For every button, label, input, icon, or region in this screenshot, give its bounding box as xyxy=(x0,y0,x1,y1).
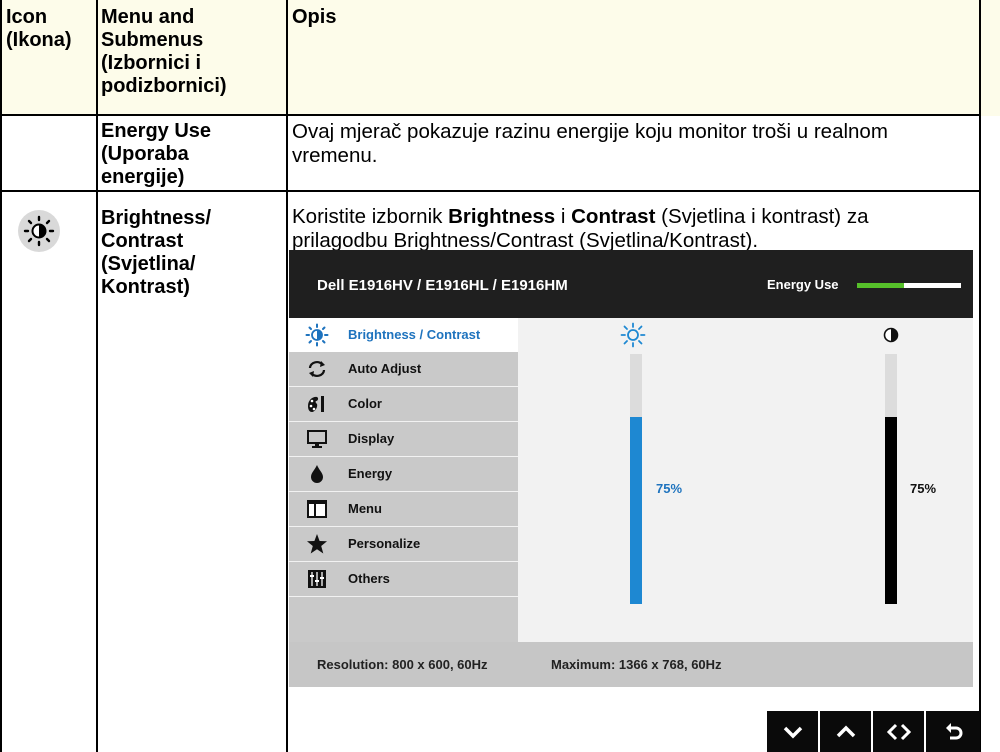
osd-menu-item-brightness-contrast[interactable]: Brightness / Contrast xyxy=(289,318,518,352)
osd-menu-item-menu[interactable]: Menu xyxy=(289,492,518,526)
osd-menu-item-display[interactable]: Display xyxy=(289,422,518,456)
brightness-icon xyxy=(620,322,646,353)
osd-menu-item-energy[interactable]: Energy xyxy=(289,457,518,491)
brightness-value: 75% xyxy=(656,481,683,496)
color-icon xyxy=(305,393,329,415)
osd-title: Dell E1916HV / E1916HL / E1916HM xyxy=(317,277,568,294)
osd-menu-label: Color xyxy=(348,396,382,411)
contrast-slider[interactable] xyxy=(885,354,897,604)
display-icon xyxy=(305,428,329,450)
maximum-resolution-text: Maximum: 1366 x 768, 60Hz xyxy=(551,657,722,672)
document-page: Icon (Ikona) Menu and Submenus (Izbornic… xyxy=(0,0,1000,752)
osd-menu-label: Personalize xyxy=(348,536,421,551)
table-border-right xyxy=(979,0,981,752)
osd-menu-label: Auto Adjust xyxy=(348,361,422,376)
others-icon xyxy=(305,568,329,590)
energy-use-description: Ovaj mjerač pokazuje razinu energije koj… xyxy=(292,120,888,167)
osd-status-bar: Resolution: 800 x 600, 60Hz Maximum: 136… xyxy=(289,642,973,687)
osd-menu-label: Energy xyxy=(348,466,393,481)
energy-use-label: Energy Use xyxy=(767,277,839,292)
brightness-contrast-icon xyxy=(18,210,60,252)
osd-menu-label: Display xyxy=(348,431,395,446)
brightness-slider[interactable] xyxy=(630,354,642,604)
osd-menu: Brightness / Contrast Auto Adjust Color … xyxy=(289,318,518,642)
table-border-col2 xyxy=(286,0,288,752)
osd-menu-label: Others xyxy=(348,571,390,586)
brightness-contrast-icon xyxy=(305,323,329,347)
brightness-contrast-panel: 75% 75% xyxy=(518,318,973,642)
osd-title-bar: Dell E1916HV / E1916HL / E1916HM Energy … xyxy=(289,250,973,318)
contrast-slider-fill xyxy=(885,416,897,604)
table-border-col1 xyxy=(96,0,98,752)
header-menu: Menu and Submenus (Izbornici i podizborn… xyxy=(101,6,227,97)
header-icon: Icon (Ikona) xyxy=(6,6,72,51)
osd-menu-label: Brightness / Contrast xyxy=(348,327,481,342)
brightness-contrast-menu-name: Brightness/ Contrast (Svjetlina/ Kontras… xyxy=(101,207,212,298)
osd-menu-item-others[interactable]: Others xyxy=(289,562,518,596)
osd-menu-item-auto-adjust[interactable]: Auto Adjust xyxy=(289,352,518,386)
resolution-text: Resolution: 800 x 600, 60Hz xyxy=(317,657,488,672)
table-border-row1 xyxy=(0,114,980,116)
back-button[interactable] xyxy=(926,711,980,752)
header-desc: Opis xyxy=(292,6,337,28)
contrast-value: 75% xyxy=(910,481,937,496)
back-icon xyxy=(946,722,963,739)
osd-menu-empty-slot xyxy=(289,597,518,642)
auto-adjust-icon xyxy=(305,358,329,380)
energy-use-menu-name: Energy Use (Uporaba energije) xyxy=(101,120,212,188)
contrast-icon xyxy=(882,326,900,349)
osd-menu-item-personalize[interactable]: Personalize xyxy=(289,527,518,561)
down-button[interactable] xyxy=(767,711,818,752)
table-border-row2 xyxy=(0,190,980,192)
table-border-left xyxy=(0,0,2,752)
osd-screenshot: Dell E1916HV / E1916HL / E1916HM Energy … xyxy=(289,250,973,687)
brightness-contrast-description: Koristite izbornik Brightness i Contrast… xyxy=(292,205,869,252)
up-icon xyxy=(836,725,855,737)
osd-menu-item-color[interactable]: Color xyxy=(289,387,518,421)
down-icon xyxy=(783,726,802,738)
left-right-icon xyxy=(886,723,911,740)
star-icon xyxy=(305,533,329,555)
energy-use-meter xyxy=(857,283,961,288)
osd-menu-label: Menu xyxy=(348,501,382,516)
energy-use-meter-fill xyxy=(857,283,904,288)
energy-icon xyxy=(305,463,329,485)
left-right-button[interactable] xyxy=(873,711,924,752)
menu-icon xyxy=(305,498,329,520)
brightness-slider-fill xyxy=(630,416,642,604)
up-button[interactable] xyxy=(820,711,871,752)
